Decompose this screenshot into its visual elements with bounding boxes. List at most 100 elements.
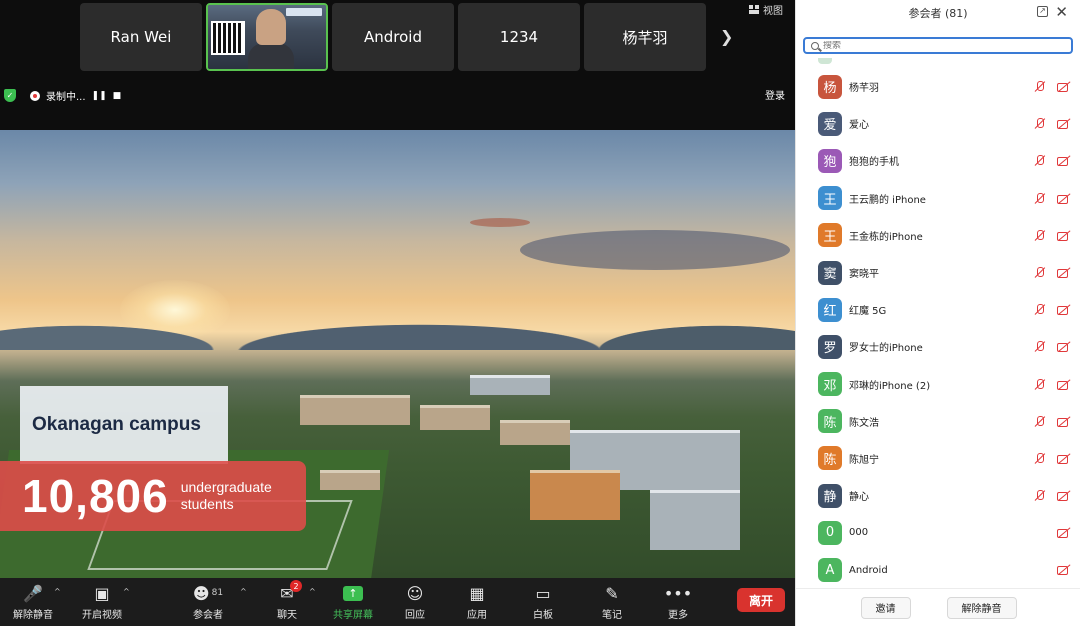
meeting-toolbar: 🎤 解除静音 ^ ▣ 开启视频 ^ ☻ 81 参会者 ^ ✉ 2 聊天 ^ ↑ 共享… xyxy=(0,578,795,626)
unmute-label: 解除静音 xyxy=(13,610,53,621)
video-off-icon xyxy=(1057,564,1071,576)
mic-muted-icon xyxy=(1033,304,1047,316)
mic-muted-icon xyxy=(1033,341,1047,353)
cloud xyxy=(470,218,530,227)
participant-name: 陈旭宁 xyxy=(849,454,879,466)
mic-muted-icon xyxy=(1033,415,1047,428)
participant-name: 爱心 xyxy=(849,120,869,132)
thumbnail-android[interactable]: Android xyxy=(332,3,454,71)
cloud xyxy=(520,230,790,270)
building xyxy=(500,420,570,445)
participant-name: 杨芊羽 xyxy=(849,83,879,95)
avatar: 狍 xyxy=(818,148,842,173)
participant-row[interactable]: 王王金栋的iPhone xyxy=(796,217,1080,254)
video-sign xyxy=(286,8,322,16)
video-off-icon xyxy=(1057,267,1071,279)
avatar: 静 xyxy=(818,483,842,508)
stat-card: 10,806 undergraduate students xyxy=(0,461,306,531)
participant-row[interactable]: 陈陈旭宁 xyxy=(796,440,1080,477)
participant-row[interactable]: 窦窦晓平 xyxy=(796,254,1080,291)
chat-label: 聊天 xyxy=(277,610,297,621)
video-off-icon xyxy=(1057,304,1071,316)
shield-icon[interactable]: ✓ xyxy=(4,89,16,102)
video-off-icon xyxy=(1057,341,1071,353)
mic-muted-icon xyxy=(1033,452,1047,465)
leave-button[interactable]: 离开 xyxy=(737,588,785,612)
record-icon xyxy=(30,90,40,101)
avatar: 陈 xyxy=(818,409,842,434)
participant-name: 静心 xyxy=(849,492,869,504)
chat-button[interactable]: ✉ 2 聊天 xyxy=(259,580,315,621)
search-icon xyxy=(811,41,819,50)
unmute-all-button[interactable]: 解除静音 xyxy=(946,596,1017,619)
participant-list: 杨杨芊羽爱爱心狍狍狍的手机王王云鹏的 iPhone 王王金栋的iPhone 窦窦晓平… xyxy=(796,68,1080,588)
thumbnail-yang-qianyu[interactable]: 杨芊羽 xyxy=(584,3,706,71)
unmute-button[interactable]: 🎤 解除静音 xyxy=(5,582,61,622)
participants-button[interactable]: ☻ 81 参会者 xyxy=(180,582,236,622)
participant-row[interactable]: 红红魔 5G xyxy=(796,291,1080,328)
panel-footer: 邀请 解除静音 xyxy=(796,588,1080,626)
chevron-up-icon[interactable]: ^ xyxy=(54,587,61,596)
reaction-icon: ☺ xyxy=(406,583,424,603)
thumbnail-ran-wei[interactable]: Ran Wei xyxy=(80,3,202,71)
chevron-up-icon[interactable]: ^ xyxy=(123,587,130,596)
participant-row[interactable]: 王王云鹏的 iPhone xyxy=(796,180,1080,217)
participant-row[interactable]: A Android xyxy=(796,551,1080,588)
video-off-icon xyxy=(1057,453,1071,465)
participant-row[interactable]: 静静心 xyxy=(796,477,1080,514)
apps-button[interactable]: ▦ 应用 xyxy=(449,582,505,622)
panel-header: 参会者 (81) ↗ ✕ xyxy=(796,0,1080,26)
participant-name: 窦晓平 xyxy=(849,269,879,281)
mic-muted-icon xyxy=(1033,266,1047,279)
close-icon[interactable]: ✕ xyxy=(1055,3,1068,21)
video-off-icon xyxy=(1057,416,1071,428)
more-icon: ••• xyxy=(663,583,693,603)
chevron-up-icon[interactable]: ^ xyxy=(240,587,247,596)
more-button[interactable]: ••• 更多 xyxy=(650,582,706,622)
participant-row[interactable]: 杨杨芊羽 xyxy=(796,68,1080,105)
popout-icon[interactable]: ↗ xyxy=(1037,6,1048,17)
chevron-right-icon[interactable]: ❯ xyxy=(720,27,733,46)
participant-name: 陈文浩 xyxy=(849,417,879,429)
search-input[interactable] xyxy=(823,40,1071,51)
share-screen-button[interactable]: ↑ 共享屏幕 xyxy=(325,582,381,621)
building xyxy=(470,375,550,395)
participant-row[interactable]: 罗罗女士的iPhone xyxy=(796,328,1080,365)
view-button[interactable]: 视图 xyxy=(749,2,783,17)
participant-row[interactable]: 邓邓琳的iPhone (2) xyxy=(796,366,1080,403)
campus-title-card: Okanagan campus xyxy=(20,386,228,464)
participant-name: 狍狍的手机 xyxy=(849,157,899,169)
thumbnail-name: Android xyxy=(364,28,422,46)
mic-muted-icon xyxy=(1033,155,1047,167)
start-video-button[interactable]: ▣ 开启视频 xyxy=(74,582,130,622)
video-off-icon xyxy=(1057,155,1071,167)
recording-indicator: 录制中... ❚❚ ■ xyxy=(24,86,127,105)
participant-row[interactable]: 陈陈文浩 xyxy=(796,403,1080,440)
chevron-up-icon[interactable]: ^ xyxy=(309,587,316,596)
avatar: A xyxy=(818,558,842,583)
video-off-icon: ▣ xyxy=(94,583,110,603)
thumbnail-name: 1234 xyxy=(499,28,539,46)
participant-row[interactable]: 爱爱心 xyxy=(796,105,1080,142)
mic-muted-icon xyxy=(1033,81,1047,93)
whiteboard-button[interactable]: ▭ 白板 xyxy=(515,582,571,622)
thumbnail-1234[interactable]: 1234 xyxy=(458,3,580,71)
thumbnail-video-speaker[interactable] xyxy=(206,3,328,71)
search-box[interactable] xyxy=(803,37,1073,54)
video-person-head xyxy=(256,9,286,45)
participant-row[interactable]: 0 000 xyxy=(796,514,1080,551)
invite-button[interactable]: 邀请 xyxy=(860,596,911,619)
whiteboard-label: 白板 xyxy=(533,610,553,621)
pause-icon[interactable]: ❚❚ xyxy=(92,91,107,101)
video-person-body xyxy=(248,43,294,69)
participant-row[interactable]: 狍狍狍的手机 xyxy=(796,142,1080,179)
video-off-icon xyxy=(1057,230,1071,242)
login-button[interactable]: 登录 xyxy=(765,87,785,102)
notes-button[interactable]: ✎ 笔记 xyxy=(584,582,640,622)
mic-muted-icon: 🎤 xyxy=(23,583,43,603)
video-off-icon xyxy=(1057,379,1071,391)
stop-icon[interactable]: ■ xyxy=(113,91,122,101)
reactions-button[interactable]: ☺ 回应 xyxy=(387,582,443,622)
notes-label: 笔记 xyxy=(602,610,622,621)
more-label: 更多 xyxy=(668,610,688,621)
